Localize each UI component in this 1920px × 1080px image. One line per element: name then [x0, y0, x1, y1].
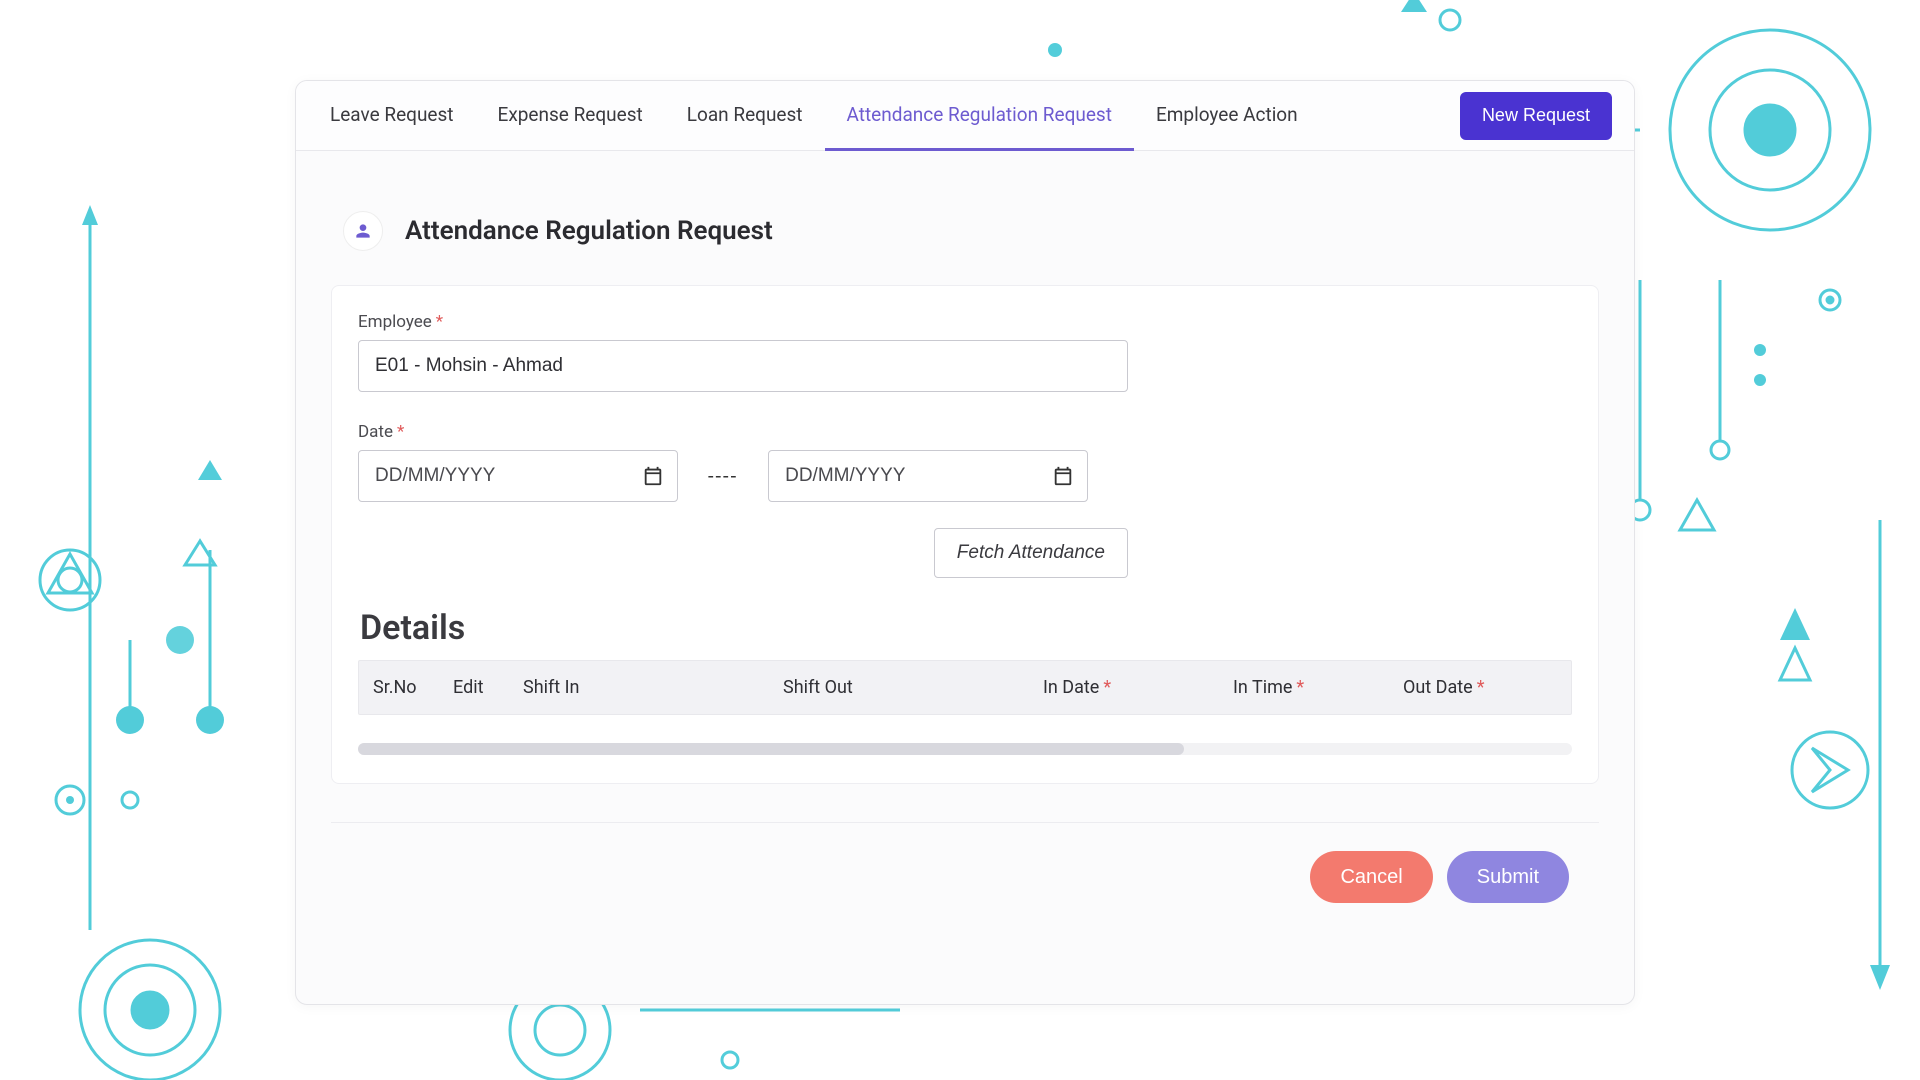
th-shift-out: Shift Out — [769, 661, 1029, 714]
tab-attendance-regulation-request[interactable]: Attendance Regulation Request — [825, 81, 1134, 151]
employee-input[interactable] — [358, 340, 1128, 392]
person-icon — [343, 211, 383, 251]
form-panel: Employee* Date* ---- — [331, 285, 1599, 784]
section-header: Attendance Regulation Request — [331, 211, 1599, 251]
tab-leave-request[interactable]: Leave Request — [308, 81, 476, 151]
details-heading: Details — [360, 608, 1572, 648]
th-in-time: In Time* — [1219, 661, 1389, 714]
form-actions: Cancel Submit — [331, 822, 1599, 903]
th-out-date: Out Date* — [1389, 661, 1571, 714]
details-table: Sr.No Edit Shift In Shift Out In Date* I… — [358, 660, 1572, 755]
required-mark: * — [436, 312, 443, 332]
calendar-icon[interactable] — [642, 465, 664, 487]
tab-employee-action[interactable]: Employee Action — [1134, 81, 1320, 151]
calendar-icon[interactable] — [1052, 465, 1074, 487]
section-title: Attendance Regulation Request — [405, 216, 773, 246]
date-range-row: ---- — [358, 450, 1572, 502]
date-range-separator: ---- — [708, 464, 738, 488]
tab-expense-request[interactable]: Expense Request — [476, 81, 665, 151]
cancel-button[interactable]: Cancel — [1310, 851, 1432, 903]
date-from-input[interactable] — [358, 450, 678, 502]
required-mark: * — [397, 422, 404, 442]
tabs-bar: Leave Request Expense Request Loan Reque… — [296, 81, 1634, 151]
date-to-input[interactable] — [768, 450, 1088, 502]
employee-label: Employee* — [358, 312, 1128, 332]
tab-loan-request[interactable]: Loan Request — [665, 81, 825, 151]
th-srno: Sr.No — [359, 661, 439, 714]
table-horizontal-scrollbar[interactable] — [358, 743, 1572, 755]
submit-button[interactable]: Submit — [1447, 851, 1569, 903]
table-header-row: Sr.No Edit Shift In Shift Out In Date* I… — [358, 660, 1572, 715]
th-edit: Edit — [439, 661, 509, 714]
fetch-attendance-button[interactable]: Fetch Attendance — [934, 528, 1128, 578]
th-shift-in: Shift In — [509, 661, 769, 714]
date-label: Date* — [358, 422, 1572, 442]
content-area: Attendance Regulation Request Employee* … — [296, 151, 1634, 903]
new-request-button[interactable]: New Request — [1460, 92, 1612, 140]
scrollbar-thumb[interactable] — [358, 743, 1184, 755]
th-in-date: In Date* — [1029, 661, 1219, 714]
request-card: Leave Request Expense Request Loan Reque… — [295, 80, 1635, 1005]
